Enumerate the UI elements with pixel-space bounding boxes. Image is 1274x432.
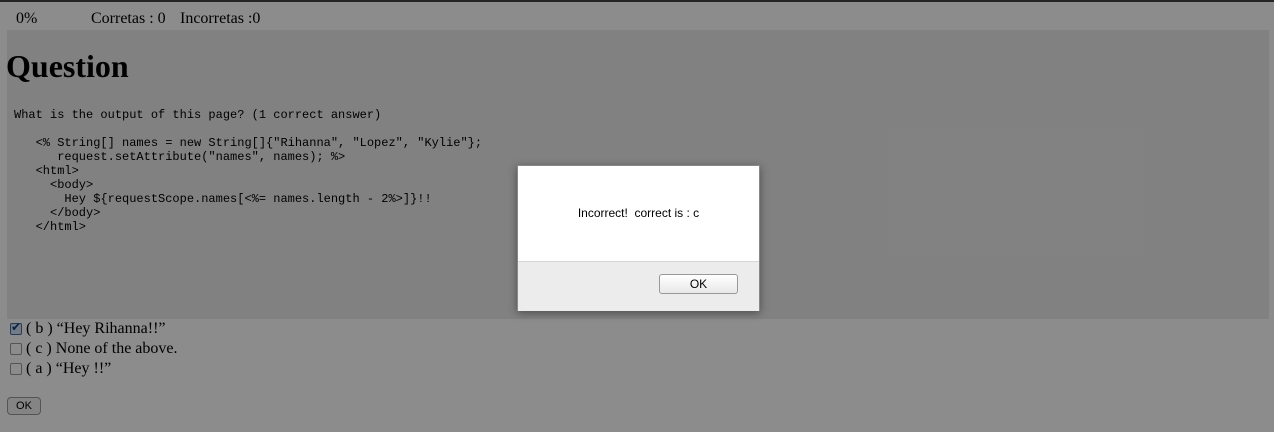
alert-dialog: Incorrect! correct is : c OK (517, 165, 760, 311)
alert-message: Incorrect! correct is : c (577, 206, 700, 220)
alert-ok-button[interactable]: OK (659, 274, 738, 294)
alert-footer: OK (518, 261, 759, 311)
